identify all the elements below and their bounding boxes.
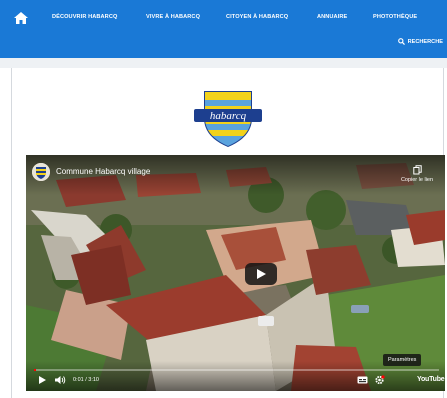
copy-icon <box>412 165 422 175</box>
habarcq-logo[interactable]: habarcq <box>192 88 264 148</box>
play-button[interactable] <box>245 263 277 285</box>
menu-item-citoyen[interactable]: CITOYEN À HABARCQ <box>226 14 288 20</box>
copy-link-label: Copier le lien <box>400 177 434 183</box>
copy-link-button[interactable]: Copier le lien <box>392 165 442 183</box>
volume-icon[interactable] <box>54 375 67 385</box>
progress-bar[interactable] <box>34 369 439 371</box>
header-band <box>0 58 447 68</box>
logo-text: habarcq <box>210 110 247 122</box>
search-icon <box>397 38 405 45</box>
progress-bar-fill <box>34 369 37 371</box>
menu-item-decouvrir[interactable]: DÉCOUVRIR HABARCQ <box>52 14 117 20</box>
channel-logo-icon <box>32 163 50 181</box>
menu-item-vivre[interactable]: VIVRE À HABARCQ <box>146 14 200 20</box>
search-button[interactable]: RECHERCHE <box>397 38 443 45</box>
youtube-video-player[interactable]: Commune Habarcq village Copier le lien P… <box>26 155 445 391</box>
channel-avatar[interactable] <box>32 163 50 181</box>
search-label: RECHERCHE <box>407 38 443 45</box>
content-border-left <box>11 68 12 398</box>
youtube-logo[interactable]: YouTube <box>417 376 445 383</box>
settings-gear-icon[interactable] <box>374 375 385 385</box>
time-display: 0:01 / 3:10 <box>73 377 99 383</box>
menu-item-phototheque[interactable]: PHOTOTHÈQUE <box>373 14 417 20</box>
search-area: RECHERCHE <box>397 38 443 50</box>
main-menu: DÉCOUVRIR HABARCQ VIVRE À HABARCQ CITOYE… <box>0 11 447 25</box>
subtitles-icon[interactable] <box>357 376 368 384</box>
video-title[interactable]: Commune Habarcq village <box>56 167 150 176</box>
home-icon[interactable] <box>13 11 29 25</box>
play-icon[interactable] <box>38 375 47 385</box>
menu-item-annuaire[interactable]: ANNUAIRE <box>317 14 347 20</box>
settings-tooltip: Paramètres <box>383 354 422 366</box>
